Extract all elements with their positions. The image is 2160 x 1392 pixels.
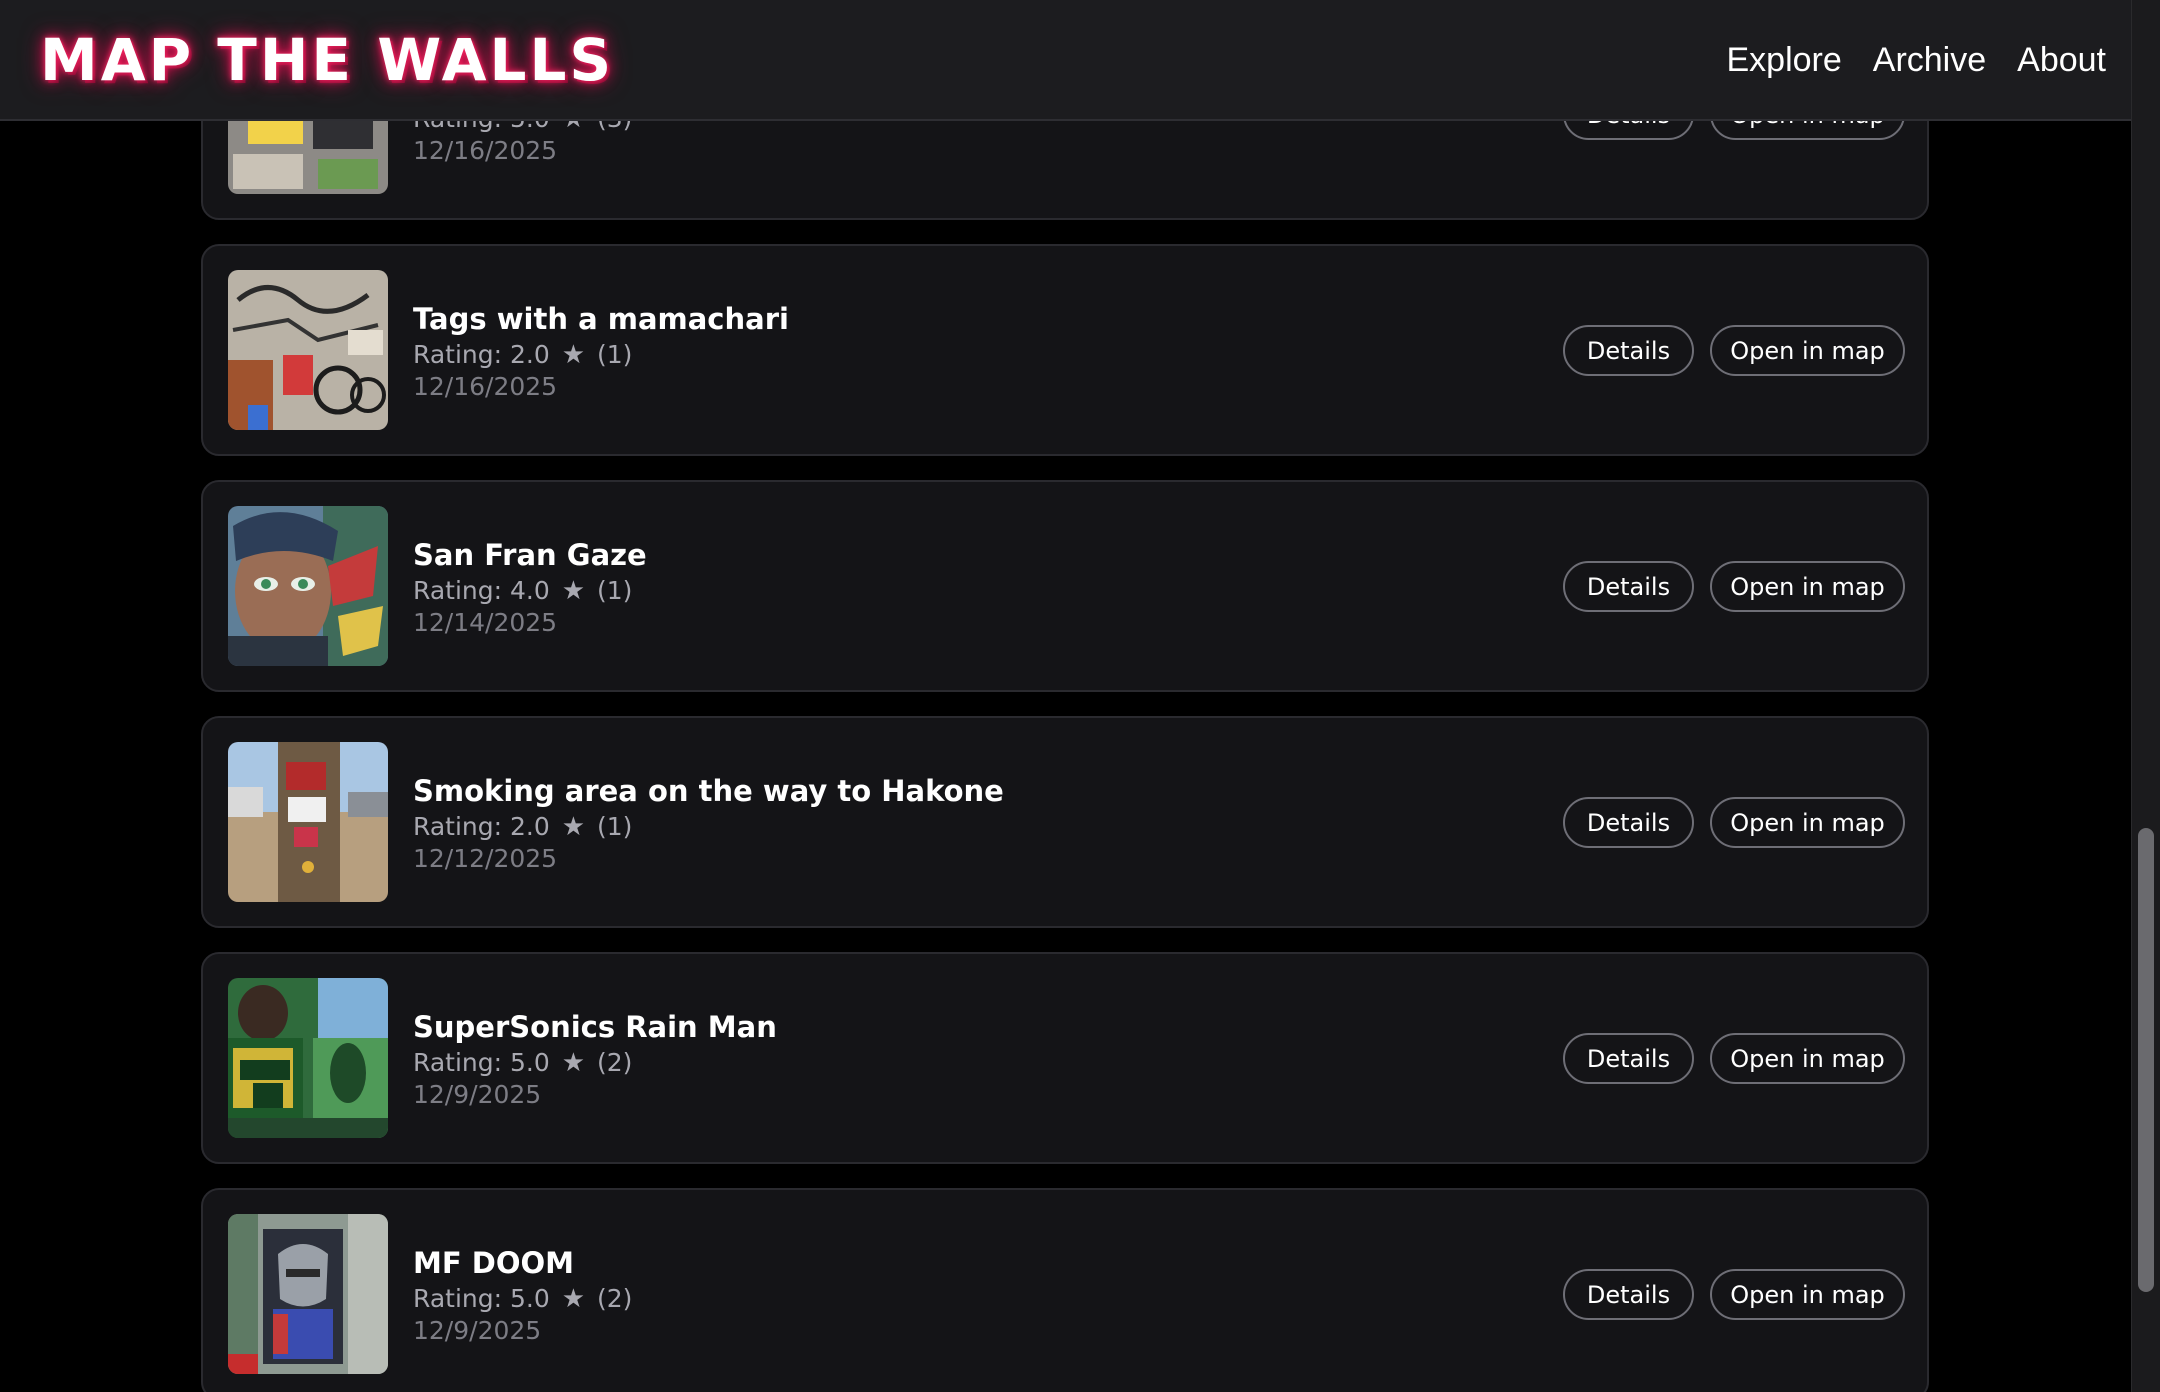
rating-label: Rating: [413, 1284, 503, 1313]
open-in-map-button[interactable]: Open in map [1710, 561, 1905, 612]
rating-count: (1) [596, 340, 633, 369]
spot-date: 12/9/2025 [413, 1080, 542, 1109]
star-icon: ★ [561, 1284, 586, 1314]
spot-thumbnail[interactable] [228, 742, 388, 902]
details-button[interactable]: Details [1563, 797, 1694, 848]
star-icon: ★ [561, 340, 586, 370]
rating-label: Rating: [413, 576, 503, 605]
star-icon: ★ [561, 1048, 586, 1078]
spot-card: Tags with a mamachari Rating: 2.0 ★ (1) … [201, 244, 1929, 456]
rating-label: Rating: [413, 340, 503, 369]
rating-count: (1) [596, 812, 633, 841]
rating-label: Rating: [413, 1048, 503, 1077]
spot-rating: Rating: 5.0 ★ (2) [413, 1046, 632, 1080]
spot-rating: Rating: 2.0 ★ (1) [413, 810, 632, 844]
nav-archive[interactable]: Archive [1873, 36, 1986, 84]
rating-count: (1) [596, 576, 633, 605]
open-in-map-button[interactable]: Open in map [1710, 1269, 1905, 1320]
spot-thumbnail[interactable] [228, 506, 388, 666]
spot-rating: Rating: 4.0 ★ (1) [413, 574, 632, 608]
rating-value: 2.0 [509, 340, 550, 369]
spot-title[interactable]: Smoking area on the way to Hakone [413, 773, 1004, 809]
site-header: MAP THE WALLS Explore Archive About [0, 0, 2131, 121]
nav-about[interactable]: About [2017, 36, 2106, 84]
spot-date: 12/14/2025 [413, 608, 558, 637]
spot-card: San Fran Gaze Rating: 4.0 ★ (1) 12/14/20… [201, 480, 1929, 692]
spot-thumbnail[interactable] [228, 1214, 388, 1374]
spot-thumbnail[interactable] [228, 978, 388, 1138]
star-icon: ★ [561, 576, 586, 606]
spot-thumbnail[interactable] [228, 270, 388, 430]
spot-rating: Rating: 2.0 ★ (1) [413, 338, 632, 372]
spot-rating: Rating: 5.0 ★ (2) [413, 1282, 632, 1316]
spot-date: 12/9/2025 [413, 1316, 542, 1345]
rating-label: Rating: [413, 812, 503, 841]
scrollbar-track[interactable] [2131, 0, 2160, 1392]
star-icon: ★ [561, 812, 586, 842]
spot-card: Smoking area on the way to Hakone Rating… [201, 716, 1929, 928]
rating-value: 2.0 [509, 812, 550, 841]
spot-date: 12/12/2025 [413, 844, 558, 873]
spot-card: MF DOOM Rating: 5.0 ★ (2) 12/9/2025 Deta… [201, 1188, 1929, 1392]
spot-date: 12/16/2025 [413, 372, 558, 401]
spot-title[interactable]: SuperSonics Rain Man [413, 1009, 777, 1045]
main-nav: Explore Archive About [1726, 36, 2106, 84]
rating-count: (2) [596, 1048, 633, 1077]
open-in-map-button[interactable]: Open in map [1710, 325, 1905, 376]
spot-title[interactable]: MF DOOM [413, 1245, 574, 1281]
details-button[interactable]: Details [1563, 561, 1694, 612]
details-button[interactable]: Details [1563, 1033, 1694, 1084]
rating-value: 5.0 [509, 1284, 550, 1313]
scrollbar-thumb[interactable] [2138, 828, 2154, 1292]
spot-card: SuperSonics Rain Man Rating: 5.0 ★ (2) 1… [201, 952, 1929, 1164]
spot-title[interactable]: Tags with a mamachari [413, 301, 789, 337]
open-in-map-button[interactable]: Open in map [1710, 797, 1905, 848]
site-logo[interactable]: MAP THE WALLS [40, 24, 614, 96]
rating-value: 4.0 [509, 576, 550, 605]
page-viewport: Rating: 5.0 ★ (3) 12/16/2025 Details Ope… [0, 0, 2131, 1392]
spot-date: 12/16/2025 [413, 136, 558, 165]
nav-explore[interactable]: Explore [1726, 36, 1841, 84]
details-button[interactable]: Details [1563, 325, 1694, 376]
rating-count: (2) [596, 1284, 633, 1313]
spot-title[interactable]: San Fran Gaze [413, 537, 647, 573]
open-in-map-button[interactable]: Open in map [1710, 1033, 1905, 1084]
rating-value: 5.0 [509, 1048, 550, 1077]
details-button[interactable]: Details [1563, 1269, 1694, 1320]
